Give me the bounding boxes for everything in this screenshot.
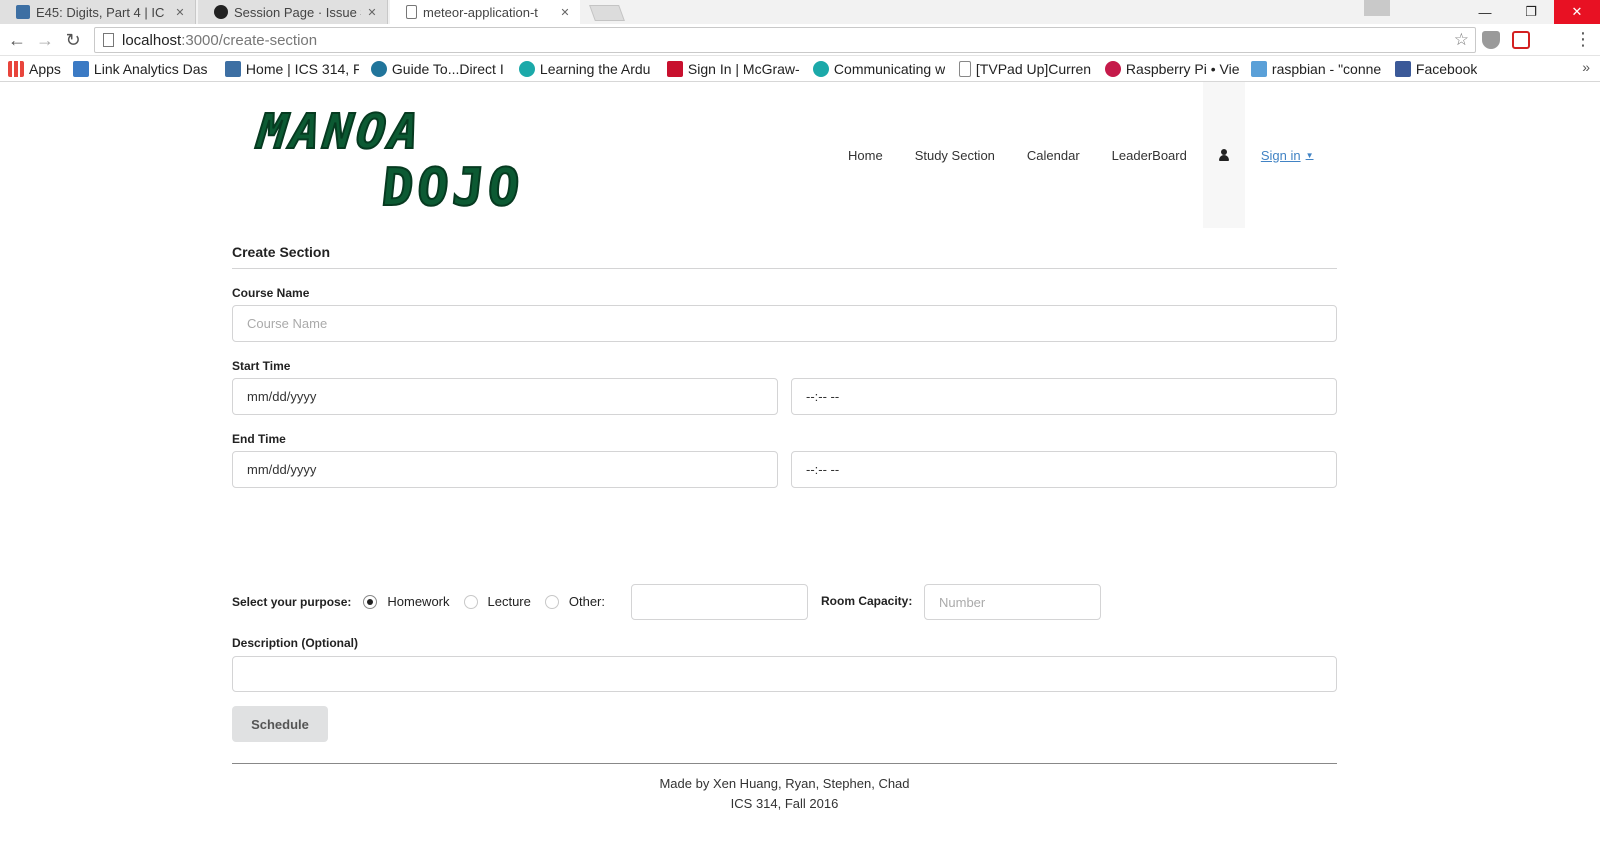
top-navigation: Home Study Section Calendar LeaderBoard … <box>848 82 1314 228</box>
address-bar[interactable]: localhost:3000/create-section ☆ <box>94 27 1476 53</box>
radio-lecture[interactable] <box>463 594 478 609</box>
radio-lecture-label[interactable]: Lecture <box>488 594 531 609</box>
bookmark-item[interactable]: Link Analytics Das <box>72 60 213 77</box>
description-label: Description (Optional) <box>232 636 358 650</box>
rpi-icon <box>1250 60 1267 77</box>
apps-grid-icon <box>8 60 24 77</box>
tuo-icon <box>72 60 89 77</box>
footer-credits: Made by Xen Huang, Ryan, Stephen, Chad <box>659 776 910 791</box>
profile-icon[interactable] <box>1364 0 1390 16</box>
browser-tab-strip: E45: Digits, Part 4 | IC ✕ Session Page … <box>0 0 1600 24</box>
nav-leaderboard[interactable]: LeaderBoard <box>1112 148 1187 163</box>
bookmark-apps[interactable]: Apps <box>8 60 61 77</box>
manoa-dojo-logo[interactable]: MANOA DOJO <box>254 103 527 219</box>
course-name-label: Course Name <box>232 286 310 300</box>
purpose-group: Select your purpose: Homework Lecture Ot… <box>232 594 605 609</box>
page-icon <box>958 60 971 77</box>
new-tab-button[interactable] <box>589 5 625 21</box>
url-host: localhost <box>122 31 182 49</box>
mcgraw-icon <box>666 60 683 77</box>
page: MANOA DOJO Home Study Section Calendar L… <box>0 82 1600 851</box>
bookmark-item[interactable]: Home | ICS 314, F <box>224 60 359 77</box>
bookmark-item[interactable]: Learning the Ardu <box>518 60 655 77</box>
form-title: Create Section <box>232 244 1337 269</box>
facebook-icon <box>1394 60 1411 77</box>
bookmark-item[interactable]: Communicating w <box>812 60 947 77</box>
url-path: :3000/create-section <box>181 31 318 49</box>
user-icon <box>1218 149 1230 161</box>
purpose-label: Select your purpose: <box>232 594 352 609</box>
logo-line-1: MANOA <box>254 103 426 161</box>
circle-icon <box>518 60 535 77</box>
bookmark-star-icon[interactable]: ☆ <box>1454 30 1469 50</box>
page-icon <box>224 60 241 77</box>
bookmark-item[interactable]: Facebook <box>1394 60 1477 77</box>
end-time-label: End Time <box>232 432 286 446</box>
logo-line-2: DOJO <box>378 157 528 219</box>
minimize-icon[interactable]: — <box>1462 0 1508 24</box>
course-name-input[interactable]: Course Name <box>232 305 1337 342</box>
end-date-input[interactable]: mm/dd/yyyy <box>232 451 778 488</box>
back-icon[interactable]: ← <box>6 29 28 51</box>
circle-icon <box>812 60 829 77</box>
radio-other-label[interactable]: Other: <box>569 594 605 609</box>
browser-menu-icon[interactable]: ⋮ <box>1574 30 1592 48</box>
user-menu[interactable] <box>1202 82 1245 228</box>
page-icon <box>103 33 114 47</box>
browser-tab[interactable]: E45: Digits, Part 4 | IC ✕ <box>0 0 196 24</box>
end-time-input[interactable]: --:-- -- <box>791 451 1337 488</box>
start-date-input[interactable]: mm/dd/yyyy <box>232 378 778 415</box>
github-icon <box>214 5 228 19</box>
description-input[interactable] <box>232 656 1337 692</box>
browser-tab[interactable]: Session Page · Issue # ✕ <box>198 0 388 24</box>
caret-down-icon: ▼ <box>1305 150 1314 160</box>
start-time-label: Start Time <box>232 359 291 373</box>
more-bookmarks-icon[interactable]: » <box>1582 59 1590 75</box>
close-tab-icon[interactable]: ✕ <box>558 6 572 19</box>
bookmark-item[interactable]: Sign In | McGraw- <box>666 60 801 77</box>
create-section-form: Create Section Course Name Course Name S… <box>232 244 1337 811</box>
bookmark-item[interactable]: Raspberry Pi • Vie <box>1104 60 1239 77</box>
close-tab-icon[interactable]: ✕ <box>173 6 187 19</box>
nav-study-section[interactable]: Study Section <box>915 148 995 163</box>
wordpress-icon <box>370 60 387 77</box>
shield-extension-icon[interactable] <box>1482 31 1500 49</box>
page-favicon-icon <box>16 5 30 19</box>
reload-icon[interactable]: ↻ <box>62 29 84 51</box>
nav-home[interactable]: Home <box>848 148 883 163</box>
bookmark-item[interactable]: Guide To...Direct I <box>370 60 507 77</box>
footer-course: ICS 314, Fall 2016 <box>730 796 839 811</box>
bookmark-item[interactable]: raspbian - "conne <box>1250 60 1383 77</box>
close-window-icon[interactable]: ✕ <box>1554 0 1600 24</box>
close-tab-icon[interactable]: ✕ <box>365 6 379 19</box>
footer-divider <box>232 763 1337 764</box>
record-extension-icon[interactable] <box>1512 31 1530 49</box>
page-favicon-icon <box>406 5 417 19</box>
bookmark-item[interactable]: [TVPad Up]Curren <box>958 60 1093 77</box>
browser-toolbar: ← → ↻ localhost:3000/create-section ☆ ⋮ <box>0 24 1600 56</box>
bookmarks-bar: Apps Link Analytics Das Home | ICS 314, … <box>0 56 1600 82</box>
radio-other[interactable] <box>544 594 559 609</box>
browser-tab-active[interactable]: meteor-application-t ✕ <box>390 0 580 24</box>
radio-homework-label[interactable]: Homework <box>387 594 449 609</box>
raspberry-icon <box>1104 60 1121 77</box>
room-capacity-label: Room Capacity: <box>821 594 913 608</box>
other-purpose-input[interactable] <box>631 584 808 620</box>
sign-in-dropdown[interactable]: Sign in ▼ <box>1261 148 1314 163</box>
start-time-input[interactable]: --:-- -- <box>791 378 1337 415</box>
nav-calendar[interactable]: Calendar <box>1027 148 1080 163</box>
radio-homework[interactable] <box>363 594 378 609</box>
room-capacity-input[interactable]: Number <box>924 584 1101 620</box>
restore-icon[interactable]: ❐ <box>1508 0 1554 24</box>
schedule-button[interactable]: Schedule <box>232 706 328 742</box>
forward-icon[interactable]: → <box>34 29 56 51</box>
footer: Made by Xen Huang, Ryan, Stephen, Chad I… <box>232 774 1337 814</box>
